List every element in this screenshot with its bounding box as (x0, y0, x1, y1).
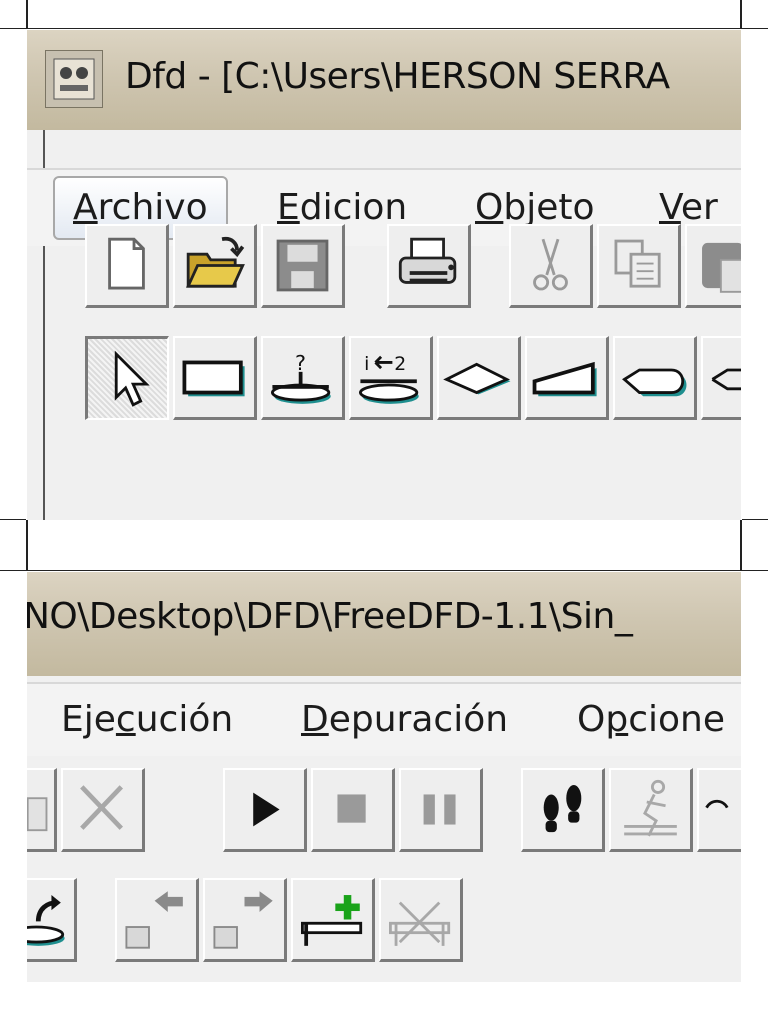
return-arrow-icon (27, 895, 65, 946)
while-block-icon (532, 361, 597, 397)
app-icon (45, 50, 103, 108)
delete-column-button[interactable] (379, 878, 463, 962)
scissors-icon (533, 238, 568, 291)
crop-mark (26, 520, 28, 570)
remove-column-icon (388, 901, 451, 946)
window-title-continued: NO\Desktop\DFD\FreeDFD-1.1\Sin_ (27, 596, 633, 637)
window-right-crop: NO\Desktop\DFD\FreeDFD-1.1\Sin_ Ejecució… (27, 572, 741, 982)
title-bar: Dfd - [C:\Users\HERSON SERRA (27, 30, 741, 130)
step-button[interactable] (521, 768, 605, 852)
paste-icon (702, 242, 741, 293)
stop-icon (337, 794, 366, 823)
step-out-button[interactable] (697, 768, 741, 852)
crop-mark (742, 519, 768, 520)
move-left-button[interactable] (115, 878, 199, 962)
new-file-icon (108, 237, 145, 290)
end-block-button-partial[interactable] (27, 878, 77, 962)
copy-button[interactable] (597, 224, 681, 308)
hand-pointer-icon (705, 799, 729, 809)
run-button[interactable] (223, 768, 307, 852)
crop-mark (0, 519, 26, 520)
output-block-button[interactable] (613, 336, 697, 420)
paste-button[interactable] (685, 224, 741, 308)
menu-bar: Ejecución Depuración Opcione (27, 682, 741, 756)
pause-button[interactable] (399, 768, 483, 852)
footsteps-icon (543, 785, 582, 833)
print-button[interactable] (387, 224, 471, 308)
new-file-button[interactable] (85, 224, 169, 308)
assignment-block-icon (182, 360, 245, 397)
step-into-button[interactable] (609, 768, 693, 852)
move-right-button[interactable] (203, 878, 287, 962)
delete-x-icon (80, 785, 124, 830)
svg-text:?: ? (295, 351, 306, 375)
assignment-block-button[interactable] (173, 336, 257, 420)
delete-button[interactable] (61, 768, 145, 852)
decision-diamond-icon (443, 362, 511, 395)
cut-button[interactable] (509, 224, 593, 308)
output-display-icon (622, 368, 687, 397)
copy-icon (614, 239, 661, 288)
paste-icon (27, 797, 48, 832)
save-file-button[interactable] (261, 224, 345, 308)
loop-block-button[interactable]: i2 (349, 336, 433, 420)
menu-depuracion[interactable]: Depuración (283, 690, 526, 750)
add-column-icon (300, 895, 363, 946)
play-icon (253, 792, 280, 827)
walking-person-icon (624, 779, 677, 837)
read-input-icon: ? (270, 351, 331, 404)
floppy-disk-icon (276, 239, 329, 292)
decision-block-button[interactable] (437, 336, 521, 420)
svg-text:i: i (364, 354, 369, 375)
subprogram-block-button[interactable] (701, 336, 741, 420)
menu-ejecucion[interactable]: Ejecución (43, 690, 251, 750)
cursor-arrow-icon (114, 350, 150, 407)
input-block-button[interactable]: ? (261, 336, 345, 420)
pause-icon (423, 794, 456, 825)
open-folder-icon (185, 236, 245, 288)
arrow-right-icon (213, 891, 273, 949)
panel-border (0, 570, 768, 571)
crop-mark (26, 0, 28, 28)
while-block-button[interactable] (525, 336, 609, 420)
open-file-button[interactable] (173, 224, 257, 308)
window-left-crop: Dfd - [C:\Users\HERSON SERRA Archivo Edi… (27, 30, 741, 520)
crop-mark (740, 520, 742, 570)
title-bar: NO\Desktop\DFD\FreeDFD-1.1\Sin_ (27, 572, 741, 676)
window-title: Dfd - [C:\Users\HERSON SERRA (125, 56, 670, 97)
insert-column-button[interactable] (291, 878, 375, 962)
menu-opciones[interactable]: Opcione (559, 690, 741, 750)
select-pointer-button[interactable] (85, 336, 169, 420)
svg-text:2: 2 (394, 354, 406, 375)
subprogram-icon (711, 368, 741, 391)
paste-button-partial[interactable] (27, 768, 57, 852)
printer-icon (398, 237, 457, 284)
crop-mark (740, 0, 742, 28)
panel-border (0, 28, 768, 29)
stop-button[interactable] (311, 768, 395, 852)
for-loop-icon: i2 (358, 354, 419, 404)
arrow-left-icon (125, 891, 183, 949)
